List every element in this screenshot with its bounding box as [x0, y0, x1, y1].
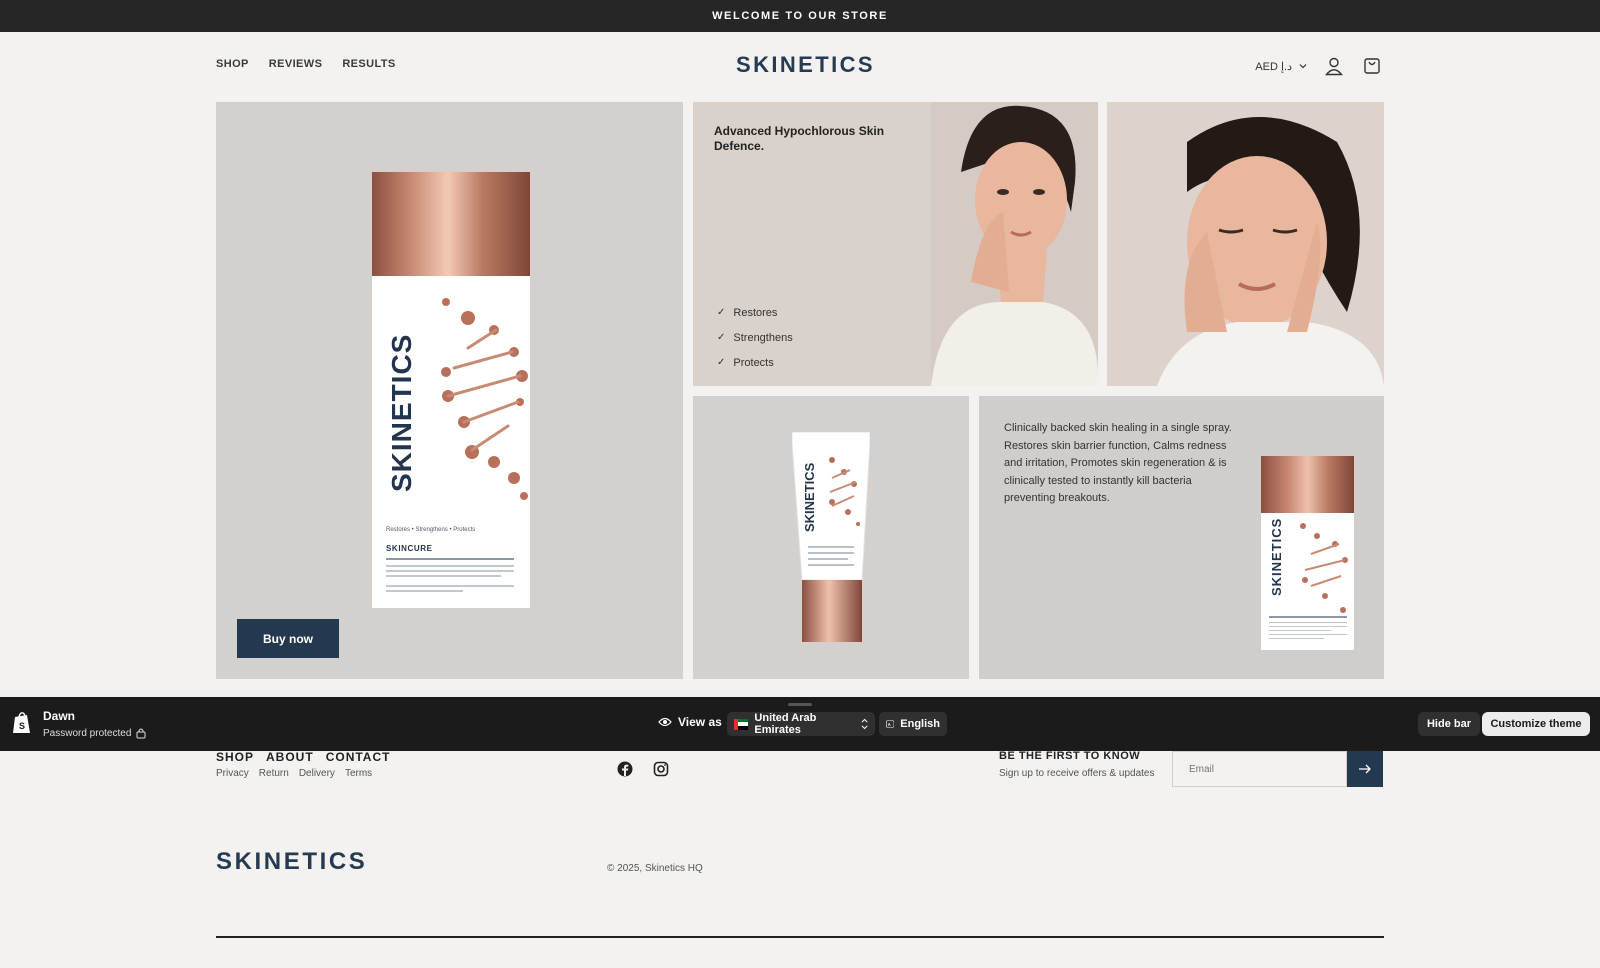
model-closeup-panel: [1107, 102, 1384, 386]
dna-graphic: [441, 298, 528, 500]
user-icon: [1325, 57, 1343, 76]
footer-contact[interactable]: CONTACT: [326, 750, 391, 764]
footer-policy-links: Privacy Return Delivery Terms: [216, 768, 372, 779]
password-status: Password protected: [43, 727, 146, 739]
header-actions: AED د.إ: [1255, 54, 1384, 78]
bottle-brand: SKINETICS: [386, 333, 417, 492]
description-panel: Clinically backed skin healing in a sing…: [979, 396, 1384, 679]
view-as-label: View as: [678, 715, 722, 729]
announcement-text: WELCOME TO OUR STORE: [712, 10, 888, 22]
bottle-cap: [372, 172, 530, 276]
lock-icon: [136, 728, 146, 739]
benefit-item: ✓ Strengthens: [717, 325, 793, 350]
check-icon: ✓: [717, 307, 726, 318]
nav-shop[interactable]: SHOP: [216, 58, 249, 70]
eye-icon: [658, 717, 672, 727]
customize-theme-button[interactable]: Customize theme: [1482, 712, 1590, 736]
benefit-list: ✓ Restores ✓ Strengthens ✓ Protects: [717, 300, 793, 375]
box-brand: SKINETICS: [1269, 517, 1284, 596]
shopify-bag-icon: S: [13, 712, 30, 733]
footer-shop[interactable]: SHOP: [216, 750, 254, 764]
language-label: English: [900, 718, 940, 730]
product-bottle-image: SKINETICS Restores • Strengthens • Prote…: [372, 172, 530, 608]
email-field[interactable]: [1172, 751, 1347, 787]
model-portrait-image: [931, 102, 1098, 386]
site-header: SHOP REVIEWS RESULTS SKINETICS AED د.إ: [216, 50, 1384, 84]
footer-logo[interactable]: SKINETICS: [216, 848, 367, 876]
buy-now-button[interactable]: Buy now: [237, 619, 339, 658]
nav-results[interactable]: RESULTS: [342, 58, 395, 70]
subscribe-button[interactable]: [1347, 751, 1383, 787]
benefit-item: ✓ Protects: [717, 350, 793, 375]
social-links: [617, 761, 669, 777]
bottle-line-name: SKINCURE: [386, 544, 433, 553]
announcement-bar: WELCOME TO OUR STORE: [0, 0, 1600, 32]
chevron-updown-icon: [861, 718, 868, 730]
bag-icon: [1364, 58, 1380, 74]
site-logo[interactable]: SKINETICS: [736, 52, 875, 78]
hero-product-panel: SKINETICS Restores • Strengthens • Prote…: [216, 102, 683, 679]
chevron-down-icon: [1299, 64, 1307, 69]
box-cap: [1261, 456, 1354, 513]
terms-link[interactable]: Terms: [345, 768, 372, 779]
currency-selector[interactable]: AED د.إ: [1255, 60, 1308, 73]
benefit-label: Protects: [733, 356, 774, 369]
instagram-icon[interactable]: [653, 761, 669, 777]
bottle-label-text: Restores • Strengthens • Protects: [386, 527, 514, 536]
svg-text:A: A: [888, 722, 891, 727]
view-as: View as: [658, 715, 722, 729]
check-icon: ✓: [717, 332, 726, 343]
copyright: © 2025, Skinetics HQ: [607, 863, 703, 874]
arrow-right-icon: [1359, 764, 1371, 774]
footer-divider: [216, 936, 1384, 938]
currency-label: AED د.إ: [1255, 60, 1292, 73]
product-tube-image: SKINETICS: [792, 432, 870, 642]
uae-flag-icon: [734, 718, 749, 730]
dna-graphic: [1300, 523, 1348, 613]
language-selector[interactable]: A English: [879, 712, 947, 736]
newsletter-subtitle: Sign up to receive offers & updates: [999, 768, 1155, 779]
svg-text:SKINETICS: SKINETICS: [802, 462, 817, 532]
product-description: Clinically backed skin healing in a sing…: [1004, 422, 1232, 504]
benefit-label: Strengthens: [733, 331, 793, 344]
nav-reviews[interactable]: REVIEWS: [269, 58, 323, 70]
country-selector[interactable]: United Arab Emirates: [727, 712, 875, 736]
hide-bar-button[interactable]: Hide bar: [1418, 712, 1480, 736]
benefit-item: ✓ Restores: [717, 300, 793, 325]
svg-text:S: S: [19, 721, 25, 731]
cart-button[interactable]: [1360, 54, 1384, 78]
newsletter-title: BE THE FIRST TO KNOW: [999, 750, 1141, 762]
defence-panel: Advanced Hypochlorous Skin Defence. ✓ Res…: [693, 102, 1098, 386]
facebook-icon[interactable]: [617, 761, 633, 777]
delivery-link[interactable]: Delivery: [299, 768, 335, 779]
footer-menu: SHOP ABOUT CONTACT: [216, 750, 390, 764]
translate-icon: A: [886, 720, 895, 728]
bottle-fine-print: [386, 558, 514, 592]
bottle-tagline: Restores • Strengthens • Protects: [386, 527, 476, 533]
product-box-image: SKINETICS: [1261, 456, 1354, 650]
password-status-label: Password protected: [43, 727, 132, 739]
footer-about[interactable]: ABOUT: [266, 750, 314, 764]
drag-handle[interactable]: [788, 703, 812, 706]
box-fine-print: [1269, 616, 1347, 639]
country-label: United Arab Emirates: [754, 712, 817, 736]
return-link[interactable]: Return: [259, 768, 289, 779]
main-nav: SHOP REVIEWS RESULTS: [216, 58, 396, 70]
privacy-link[interactable]: Privacy: [216, 768, 249, 779]
model-closeup-image: [1107, 102, 1384, 386]
account-button[interactable]: [1322, 54, 1346, 78]
tube-product-panel: SKINETICS: [693, 396, 969, 679]
benefit-label: Restores: [733, 306, 778, 319]
check-icon: ✓: [717, 357, 726, 368]
defence-title: Advanced Hypochlorous Skin Defence.: [714, 124, 885, 153]
store-name: Dawn: [43, 709, 76, 723]
preview-admin-bar: S Dawn Password protected View as United…: [0, 697, 1600, 751]
